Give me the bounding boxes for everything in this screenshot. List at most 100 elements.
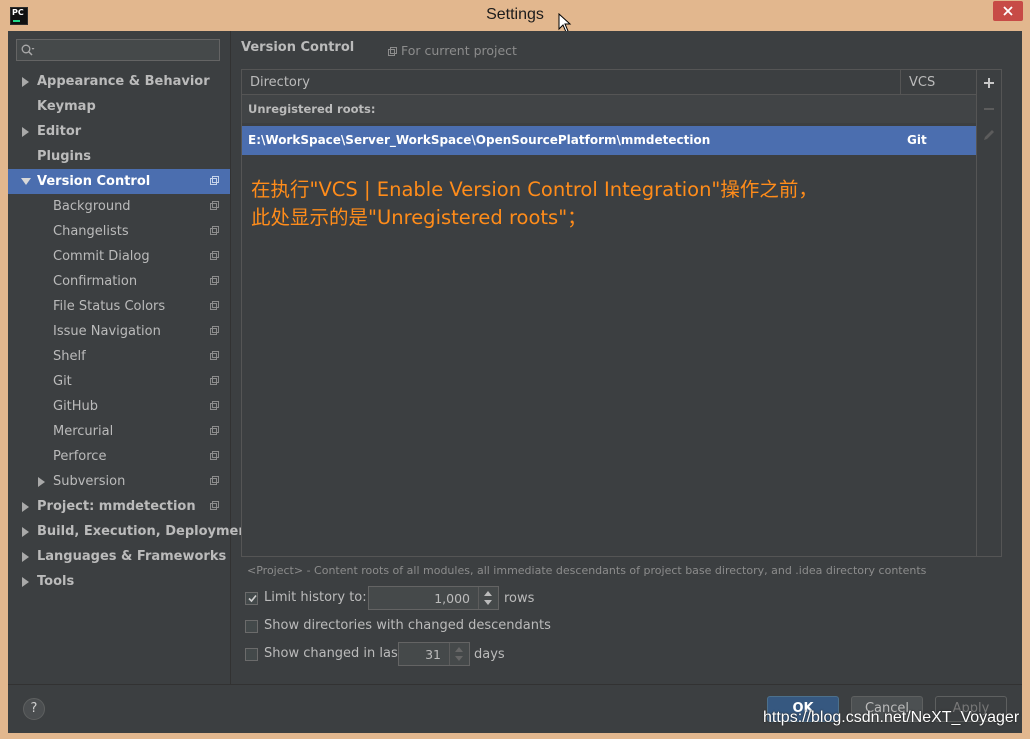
chevron-down-icon[interactable] — [484, 600, 492, 605]
chevron-right-icon[interactable] — [22, 502, 29, 512]
annotation-text: 在执行"VCS | Enable Version Control Integra… — [251, 176, 818, 232]
column-divider — [900, 70, 901, 94]
sidebar-item-label: Keymap — [37, 99, 96, 114]
table-toolbar — [977, 69, 1002, 557]
remove-icon[interactable] — [981, 101, 997, 117]
project-scope-icon — [210, 176, 219, 185]
show-dirs-option: Show directories with changed descendant… — [245, 616, 565, 638]
sidebar-item-project-mmdetection[interactable]: Project: mmdetection — [8, 494, 230, 519]
project-scope-icon — [210, 426, 219, 435]
project-scope-icon — [210, 301, 219, 310]
chevron-up-icon[interactable] — [484, 591, 492, 596]
chevron-up-icon[interactable] — [455, 647, 463, 652]
project-scope-icon — [210, 326, 219, 335]
sidebar-item-editor[interactable]: Editor — [8, 119, 230, 144]
changed-days-value: 31 — [425, 647, 441, 662]
sidebar-item-git[interactable]: Git — [8, 369, 230, 394]
sidebar-item-label: Languages & Frameworks — [37, 549, 227, 564]
page-title: Version Control — [241, 40, 355, 55]
table-row[interactable]: E:\WorkSpace\Server_WorkSpace\OpenSource… — [242, 126, 976, 155]
row-directory: E:\WorkSpace\Server_WorkSpace\OpenSource… — [248, 133, 711, 147]
close-window-button[interactable] — [993, 1, 1023, 21]
sidebar-item-languages-frameworks[interactable]: Languages & Frameworks — [8, 544, 230, 569]
sidebar-item-commit-dialog[interactable]: Commit Dialog — [8, 244, 230, 269]
history-limit-value: 1,000 — [434, 591, 470, 606]
sidebar-item-mercurial[interactable]: Mercurial — [8, 419, 230, 444]
sidebar-item-label: Tools — [37, 574, 75, 589]
sidebar-item-issue-navigation[interactable]: Issue Navigation — [8, 319, 230, 344]
group-label-unregistered: Unregistered roots: — [248, 102, 376, 116]
sidebar-item-version-control[interactable]: Version Control — [8, 169, 230, 194]
project-scope-icon — [210, 276, 219, 285]
sidebar-item-build-execution-deployment[interactable]: Build, Execution, Deployment — [8, 519, 254, 544]
sidebar-item-appearance-behavior[interactable]: Appearance & Behavior — [8, 69, 230, 94]
sidebar-item-github[interactable]: GitHub — [8, 394, 230, 419]
settings-search-input[interactable] — [16, 39, 220, 61]
close-icon — [1003, 6, 1013, 16]
sidebar-item-subversion[interactable]: Subversion — [8, 469, 230, 494]
limit-history-checkbox[interactable] — [245, 592, 258, 605]
project-scope-icon — [388, 47, 397, 56]
version-control-panel: Version Control For current project Dire… — [241, 31, 1022, 684]
sidebar-item-label: Editor — [37, 124, 82, 139]
sidebar-item-label: Git — [53, 374, 72, 389]
title-bar[interactable]: PC Settings — [0, 0, 1030, 33]
sidebar-item-tools[interactable]: Tools — [8, 569, 230, 594]
project-scope-icon — [210, 451, 219, 460]
annotation-line: 在执行"VCS | Enable Version Control Integra… — [251, 178, 818, 201]
history-limit-stepper[interactable]: 1,000 — [368, 586, 499, 610]
show-dirs-label[interactable]: Show directories with changed descendant… — [264, 618, 551, 633]
add-icon[interactable] — [981, 75, 997, 91]
sidebar-item-label: Changelists — [53, 224, 129, 239]
vcs-roots-table: Directory VCS Unregistered roots: E:\Wor… — [241, 69, 977, 557]
chevron-right-icon[interactable] — [22, 127, 29, 137]
window-frame: PC Settings Appearance & Behavior Keymap E… — [0, 0, 1030, 739]
sidebar-item-label: Subversion — [53, 474, 126, 489]
sidebar-item-plugins[interactable]: Plugins — [8, 144, 230, 169]
edit-icon[interactable] — [981, 127, 997, 143]
column-header-directory[interactable]: Directory — [250, 75, 310, 90]
days-unit-label: days — [474, 647, 505, 662]
sidebar-item-label: Version Control — [37, 174, 151, 189]
sidebar-item-label: Plugins — [37, 149, 91, 164]
sidebar-item-label: Commit Dialog — [53, 249, 150, 264]
sidebar-item-label: GitHub — [53, 399, 99, 414]
sidebar-item-shelf[interactable]: Shelf — [8, 344, 230, 369]
sidebar-item-confirmation[interactable]: Confirmation — [8, 269, 230, 294]
stepper-arrows[interactable] — [449, 643, 469, 665]
table-group-row: Unregistered roots: — [242, 95, 976, 123]
limit-history-label[interactable]: Limit history to: — [264, 590, 367, 605]
chevron-right-icon[interactable] — [22, 577, 29, 587]
scope-text: For current project — [401, 43, 517, 58]
sidebar-item-label: Build, Execution, Deployment — [37, 524, 254, 539]
table-header: Directory VCS — [242, 70, 976, 95]
sidebar-item-file-status-colors[interactable]: File Status Colors — [8, 294, 230, 319]
chevron-right-icon[interactable] — [38, 477, 45, 487]
chevron-right-icon[interactable] — [22, 552, 29, 562]
project-scope-icon — [210, 376, 219, 385]
project-scope-icon — [210, 351, 219, 360]
show-dirs-checkbox[interactable] — [245, 620, 258, 633]
project-scope-icon — [210, 401, 219, 410]
chevron-right-icon[interactable] — [22, 527, 29, 537]
sidebar-item-background[interactable]: Background — [8, 194, 230, 219]
column-header-vcs[interactable]: VCS — [909, 75, 935, 90]
settings-sidebar: Appearance & Behavior Keymap Editor Plugins… — [8, 31, 254, 684]
sidebar-item-keymap[interactable]: Keymap — [8, 94, 230, 119]
sidebar-item-perforce[interactable]: Perforce — [8, 444, 230, 469]
show-changed-label[interactable]: Show changed in last — [264, 646, 403, 661]
changed-days-stepper[interactable]: 31 — [398, 642, 470, 666]
sidebar-item-label: Background — [53, 199, 131, 214]
stepper-arrows[interactable] — [478, 587, 498, 609]
chevron-down-icon[interactable] — [21, 178, 31, 185]
help-button[interactable]: ? — [23, 698, 45, 720]
chevron-right-icon[interactable] — [22, 77, 29, 87]
sidebar-item-label: Project: mmdetection — [37, 499, 196, 514]
watermark: https://blog.csdn.net/NeXT_Voyager — [763, 709, 1020, 726]
project-scope-icon — [210, 226, 219, 235]
chevron-down-icon[interactable] — [455, 656, 463, 661]
sidebar-item-changelists[interactable]: Changelists — [8, 219, 230, 244]
sidebar-item-label: Shelf — [53, 349, 86, 364]
show-changed-checkbox[interactable] — [245, 648, 258, 661]
row-vcs: Git — [907, 133, 927, 147]
